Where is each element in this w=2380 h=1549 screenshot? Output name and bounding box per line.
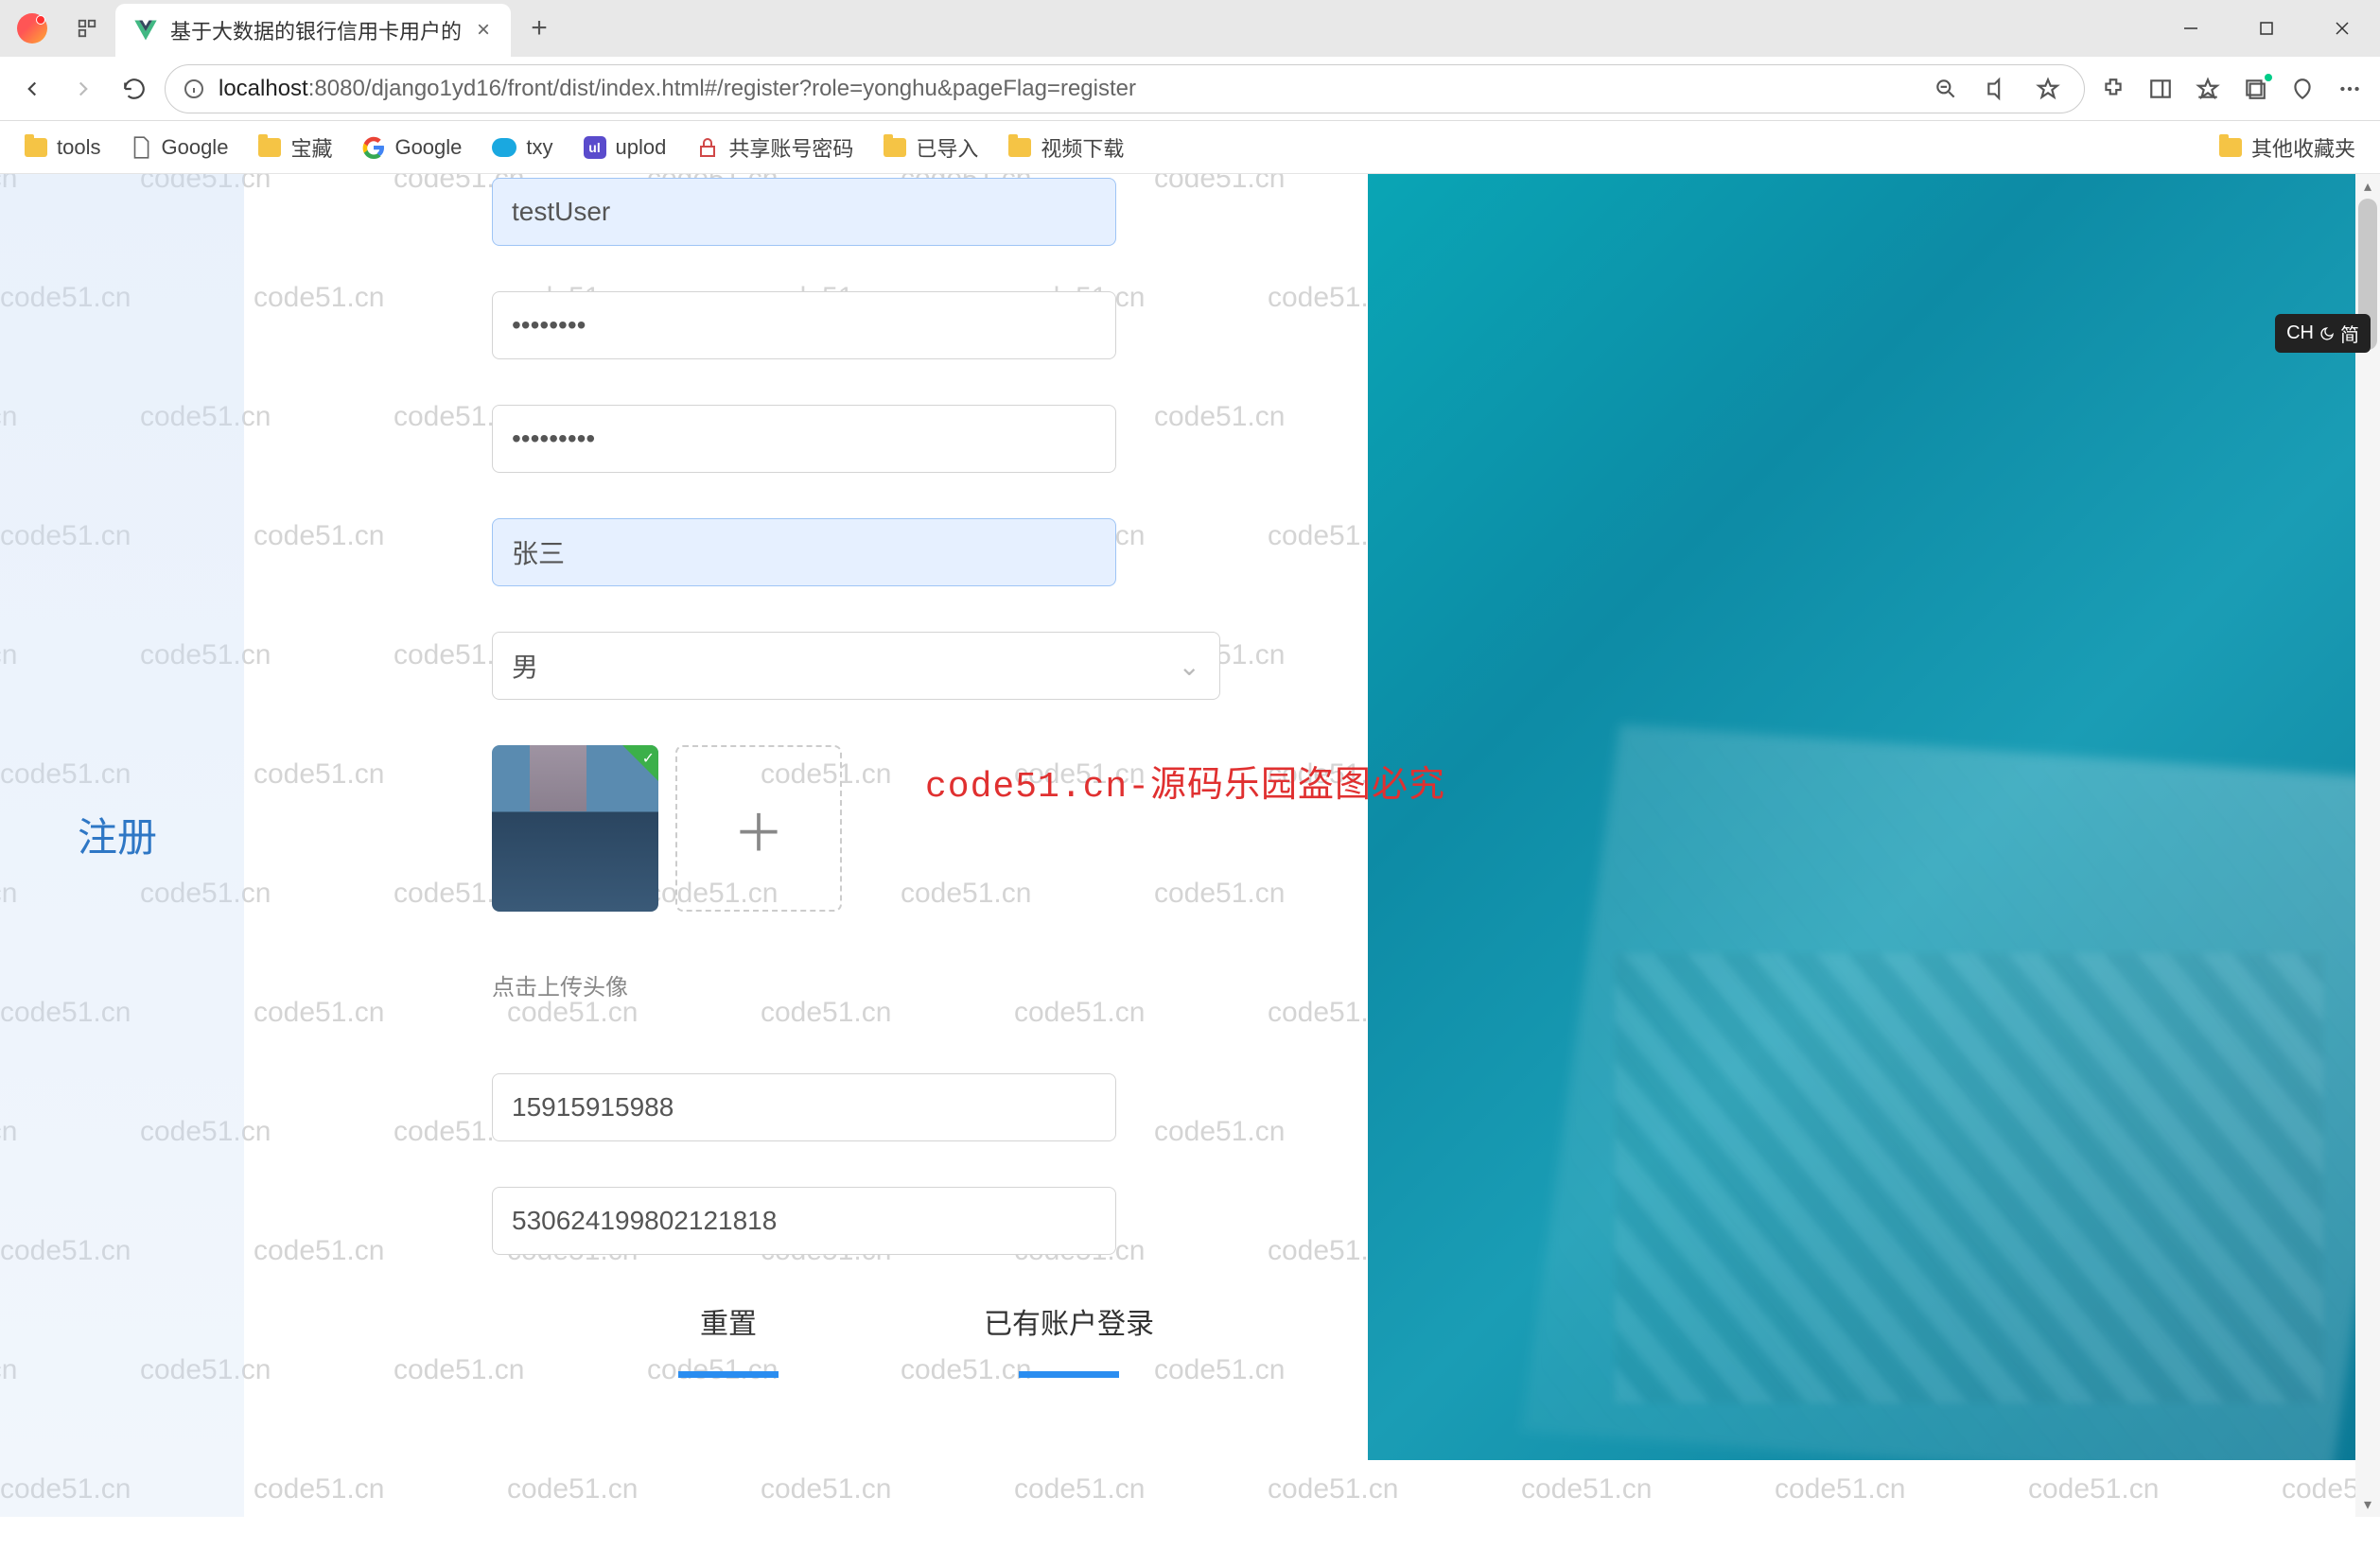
- avatar-thumbnail[interactable]: [492, 745, 658, 912]
- url-text: localhost:8080/django1yd16/front/dist/in…: [219, 76, 1914, 102]
- folder-icon: [2219, 138, 2242, 157]
- password-field[interactable]: [492, 291, 1116, 359]
- vue-favicon-icon: [132, 17, 159, 44]
- bookmark-item[interactable]: 共享账号密码: [685, 127, 865, 168]
- vertical-scrollbar[interactable]: ▴ ▾: [2355, 174, 2380, 1517]
- upload-app-icon: ul: [584, 136, 606, 159]
- more-menu-icon[interactable]: [2331, 70, 2369, 108]
- page-icon: [131, 135, 151, 160]
- folder-icon: [1008, 138, 1031, 157]
- realname-input[interactable]: [512, 537, 1096, 567]
- password-input[interactable]: [512, 310, 1096, 340]
- window-maximize-button[interactable]: [2229, 5, 2304, 52]
- hero-image: [1368, 174, 2380, 1460]
- folder-icon: [25, 138, 47, 157]
- tab-overview-button[interactable]: [59, 9, 115, 47]
- google-icon: [362, 136, 385, 159]
- bookmark-item[interactable]: Google: [119, 130, 239, 165]
- zoom-icon[interactable]: [1927, 70, 1965, 108]
- ime-badge[interactable]: CH 简: [2275, 314, 2371, 353]
- window-minimize-button[interactable]: [2153, 5, 2229, 52]
- phone-field[interactable]: [492, 1073, 1116, 1141]
- copyright-overlay: code51.cn-源码乐园盗图必究: [925, 755, 1445, 808]
- username-field[interactable]: [492, 178, 1116, 246]
- lock-icon: [696, 136, 719, 159]
- url-input-wrap[interactable]: localhost:8080/django1yd16/front/dist/in…: [165, 64, 2085, 113]
- plus-icon: ＋: [733, 792, 784, 866]
- extensions-icon[interactable]: [2094, 70, 2132, 108]
- left-panel: 注册: [0, 174, 244, 1517]
- nav-reload-button[interactable]: [114, 68, 155, 110]
- read-aloud-icon[interactable]: [1978, 70, 2016, 108]
- bookmarks-bar: tools Google 宝藏 Google txy uluplod 共享账号密…: [0, 121, 2380, 174]
- scroll-down-icon[interactable]: ▾: [2355, 1492, 2380, 1517]
- idcard-field[interactable]: [492, 1187, 1116, 1255]
- realname-field[interactable]: [492, 518, 1116, 586]
- browser-essentials-icon[interactable]: [2284, 70, 2321, 108]
- bookmark-item[interactable]: Google: [351, 130, 473, 165]
- sidebar-toggle-icon[interactable]: [2142, 70, 2179, 108]
- gender-value: 男: [512, 647, 538, 685]
- page-heading: 注册: [78, 806, 157, 863]
- success-check-icon: [622, 745, 658, 781]
- site-info-icon[interactable]: [183, 78, 205, 100]
- moon-icon: [2319, 326, 2335, 341]
- bookmark-item[interactable]: 已导入: [872, 127, 989, 168]
- favorites-hub-icon[interactable]: [2189, 70, 2227, 108]
- favorite-star-icon[interactable]: [2029, 70, 2067, 108]
- tab-close-icon[interactable]: ×: [473, 17, 494, 44]
- titlebar: 基于大数据的银行信用卡用户的 × +: [0, 0, 2380, 57]
- bookmark-item[interactable]: tools: [13, 130, 112, 165]
- bookmark-item[interactable]: txy: [481, 130, 564, 165]
- phone-input[interactable]: [512, 1092, 1096, 1123]
- nav-forward-button[interactable]: [62, 68, 104, 110]
- avatar-upload-button[interactable]: ＋: [675, 745, 842, 912]
- bookmark-item[interactable]: uluplod: [572, 130, 678, 165]
- reset-button[interactable]: 重置: [700, 1300, 757, 1378]
- browser-tab[interactable]: 基于大数据的银行信用卡用户的 ×: [115, 4, 511, 57]
- folder-icon: [884, 138, 906, 157]
- gender-select[interactable]: 男 ⌄: [492, 632, 1220, 700]
- tab-title: 基于大数据的银行信用卡用户的: [170, 15, 462, 45]
- password-confirm-field[interactable]: [492, 405, 1116, 473]
- new-tab-button[interactable]: +: [518, 8, 560, 49]
- password-confirm-input[interactable]: [512, 424, 1096, 454]
- login-link-button[interactable]: 已有账户登录: [984, 1300, 1154, 1378]
- window-close-button[interactable]: [2304, 5, 2380, 52]
- cloud-icon: [492, 138, 516, 157]
- nav-back-button[interactable]: [11, 68, 53, 110]
- address-bar: localhost:8080/django1yd16/front/dist/in…: [0, 57, 2380, 121]
- folder-icon: [258, 138, 281, 157]
- chevron-down-icon: ⌄: [1179, 651, 1200, 682]
- upload-hint: 点击上传头像: [492, 968, 1230, 1001]
- scroll-up-icon[interactable]: ▴: [2355, 174, 2380, 199]
- bookmark-item[interactable]: 视频下载: [997, 127, 1135, 168]
- collections-icon[interactable]: [2236, 70, 2274, 108]
- username-input[interactable]: [512, 197, 1096, 227]
- other-bookmarks[interactable]: 其他收藏夹: [2208, 127, 2367, 168]
- profile-avatar-icon[interactable]: [17, 13, 47, 44]
- bookmark-item[interactable]: 宝藏: [247, 127, 343, 168]
- idcard-input[interactable]: [512, 1206, 1096, 1236]
